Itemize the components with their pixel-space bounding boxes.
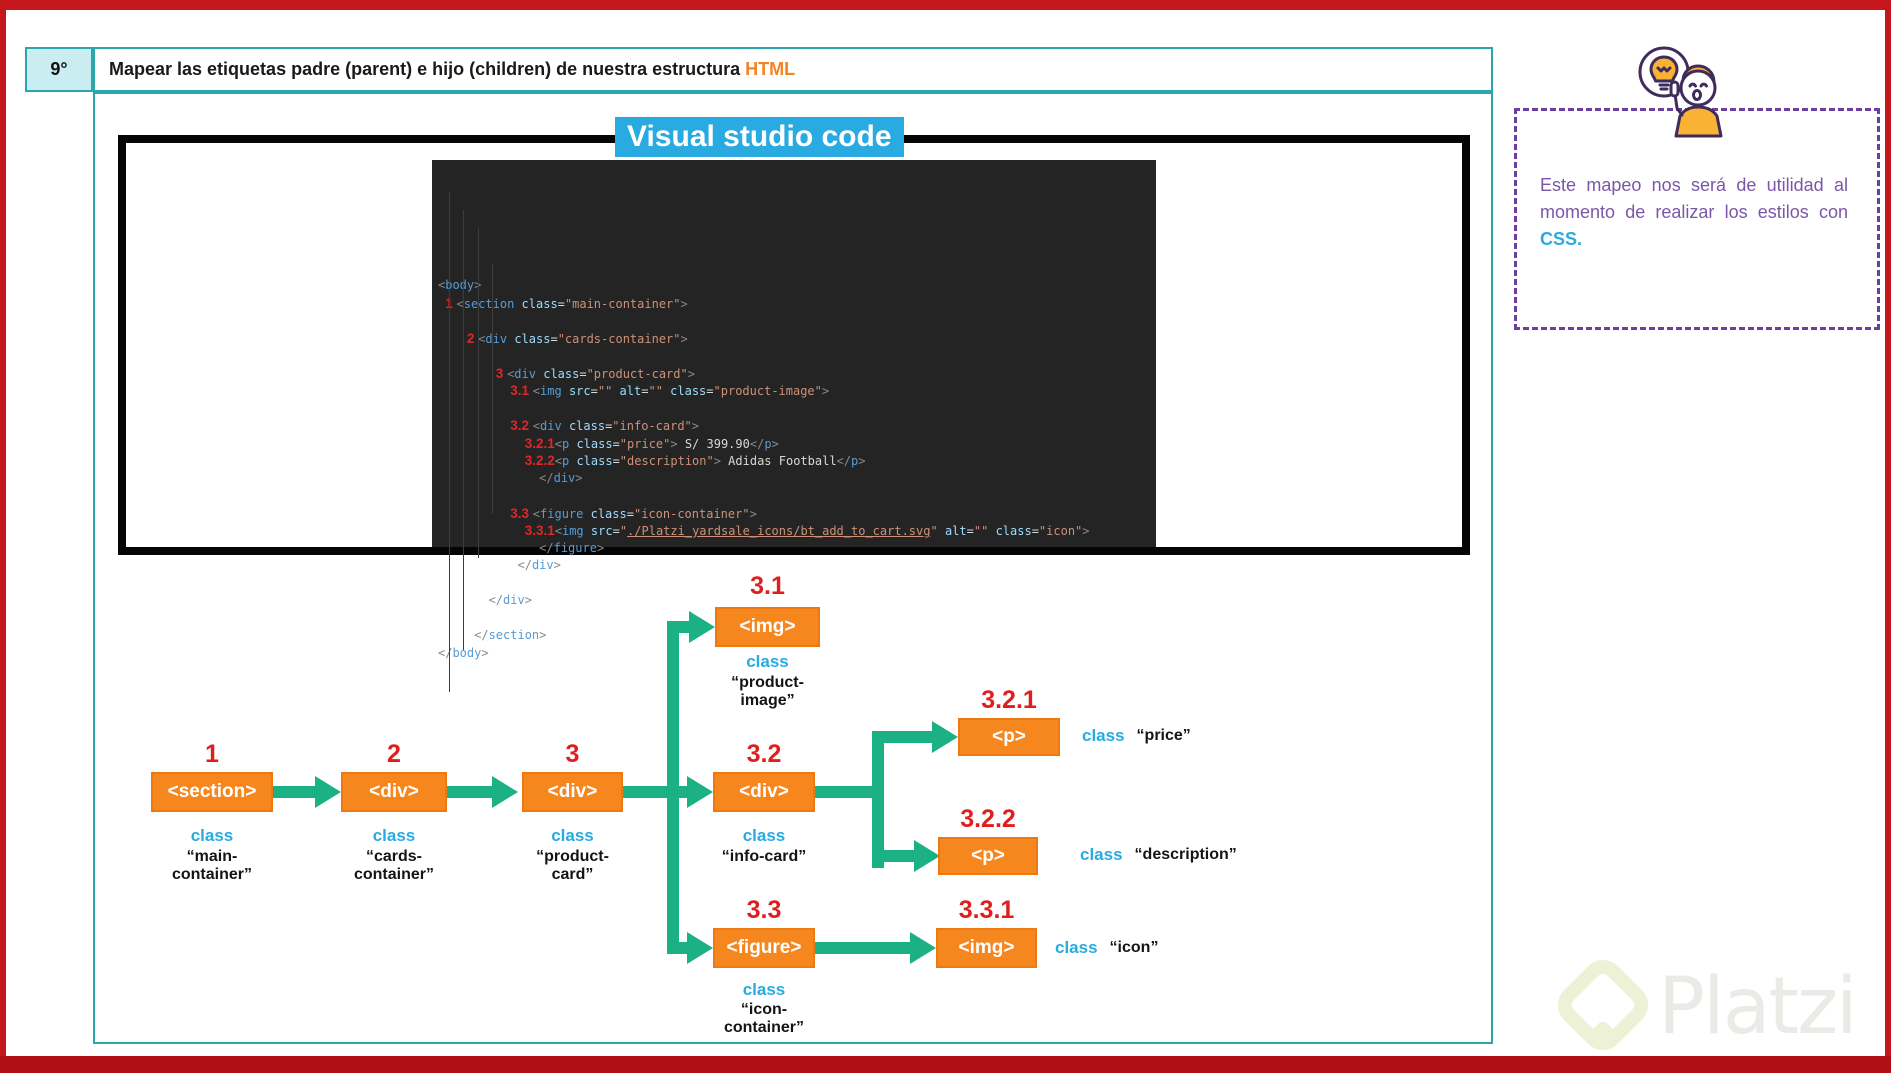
tag-node-figure: <figure> — [713, 928, 815, 968]
node-number: 3.3 — [746, 896, 782, 924]
frame-top-bar — [0, 0, 1891, 10]
arrow-head-icon — [315, 776, 341, 808]
tag-node-section: <section> — [151, 772, 273, 812]
page-title: Mapear las etiquetas padre (parent) e hi… — [93, 47, 1493, 92]
arrow-line — [872, 731, 934, 743]
tag-node-div-cards: <div> — [341, 772, 447, 812]
tag-node-p-price: <p> — [958, 718, 1060, 756]
lesson-number: 9° — [50, 59, 68, 79]
class-value: “main-container” — [171, 848, 252, 883]
note-text: Este mapeo nos será de utilidad al momen… — [1540, 172, 1848, 253]
indent-guide — [449, 192, 450, 692]
class-value: “icon-container” — [723, 1001, 804, 1036]
class-label: class — [551, 826, 594, 845]
branch-trunk-line — [667, 621, 679, 954]
node-number: 1 — [205, 740, 219, 768]
node-number: 3.1 — [750, 572, 785, 600]
lesson-number-cell: 9° — [25, 47, 93, 92]
arrow-line — [447, 786, 494, 798]
class-label: class — [372, 826, 416, 845]
arrow-line — [273, 786, 317, 798]
frame-left-bar — [0, 10, 6, 1073]
code-lines: <body> 1 <section class="main-container"… — [438, 278, 1090, 660]
tag-node-p-description: <p> — [938, 837, 1038, 875]
class-side-label: class “price” — [1082, 726, 1191, 745]
frame-right-bar — [1885, 10, 1891, 1073]
platzi-watermark: Platzi — [1658, 962, 1858, 1052]
class-label: class — [190, 826, 234, 845]
class-label: class — [742, 826, 786, 845]
class-value: “product-image” — [731, 674, 804, 709]
arrow-line — [815, 942, 912, 954]
branch-trunk-line — [872, 731, 884, 868]
node-number: 3 — [565, 740, 580, 768]
indent-guide — [478, 228, 479, 558]
class-side-label: class “icon” — [1055, 938, 1159, 957]
node-number: 3.2.1 — [981, 686, 1037, 714]
indent-guide — [463, 210, 464, 650]
person-idea-illustration — [1638, 46, 1723, 138]
page-title-highlight: HTML — [745, 59, 796, 79]
class-label: class — [742, 980, 786, 999]
arrow-head-icon — [689, 611, 715, 643]
arrow-head-icon — [492, 776, 518, 808]
note-text-highlight: CSS. — [1540, 229, 1583, 249]
arrow-head-icon — [687, 932, 713, 964]
tag-node-img-product: <img> — [715, 607, 820, 647]
class-value: “cards-container” — [353, 848, 434, 883]
arrow-head-icon — [910, 932, 936, 964]
class-side-label: class “description” — [1080, 845, 1237, 864]
arrow-line — [872, 850, 916, 862]
arrow-head-icon — [687, 776, 713, 808]
node-number: 2 — [387, 740, 401, 768]
tag-node-div-info-card: <div> — [713, 772, 815, 812]
arrow-head-icon — [914, 840, 940, 872]
node-number: 3.3.1 — [958, 896, 1015, 924]
class-value: “product-card” — [536, 848, 609, 883]
page: 9° Mapear las etiquetas padre (parent) e… — [0, 0, 1891, 1073]
page-title-text: Mapear las etiquetas padre (parent) e hi… — [109, 59, 741, 79]
class-label: class — [746, 652, 789, 671]
code-editor: <body> 1 <section class="main-container"… — [432, 160, 1156, 692]
note-text-body: Este mapeo nos será de utilidad al momen… — [1540, 175, 1848, 222]
vscode-window-title: Visual studio code — [615, 117, 904, 157]
arrow-head-icon — [932, 721, 958, 753]
tag-node-img-icon: <img> — [936, 928, 1037, 968]
tag-node-div-product-card: <div> — [522, 772, 623, 812]
platzi-logo-icon — [1557, 959, 1649, 1051]
class-value: “info-card” — [721, 848, 807, 865]
indent-guide — [492, 264, 493, 514]
node-number: 3.2.2 — [960, 805, 1016, 833]
node-number: 3.2 — [746, 740, 782, 768]
